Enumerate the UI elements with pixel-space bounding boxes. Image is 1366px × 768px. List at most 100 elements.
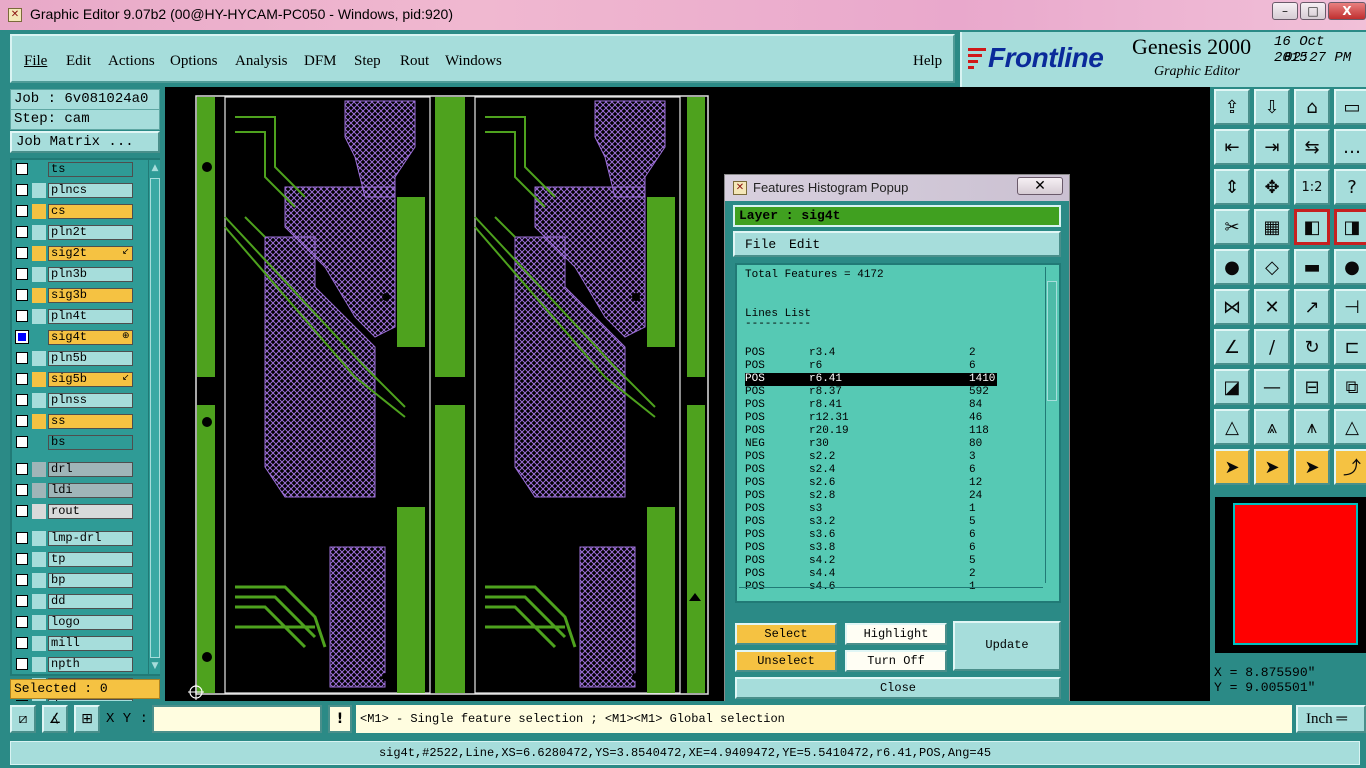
align-icon[interactable]: ⊣ — [1334, 289, 1366, 325]
layer-flag[interactable] — [32, 531, 46, 546]
layer-checkbox[interactable] — [16, 595, 28, 607]
snap-icon[interactable]: ⧄ — [10, 705, 36, 733]
stack-icon[interactable]: ⧉ — [1334, 369, 1366, 405]
triangle-d-icon[interactable]: △ — [1334, 409, 1366, 445]
layer-name[interactable]: pln4t — [48, 309, 133, 324]
layer-flag[interactable] — [32, 435, 46, 450]
layer-checkbox[interactable] — [16, 484, 28, 496]
layer-name[interactable]: lmp-drl — [48, 531, 133, 546]
fit-height-icon[interactable]: ⇕ — [1214, 169, 1250, 205]
dash-icon[interactable]: — — [1254, 369, 1290, 405]
pointer-b-icon[interactable]: ➤ — [1254, 449, 1290, 485]
triangle-icon[interactable]: △ — [1214, 409, 1250, 445]
layer-row-ts[interactable]: ts — [14, 162, 136, 177]
popup-close-x-button[interactable]: ✕ — [1017, 177, 1063, 195]
pointer-icon[interactable]: ➤ — [1214, 449, 1250, 485]
highlight-button[interactable]: Highlight — [845, 623, 947, 645]
triangle-b-icon[interactable]: ⩓ — [1254, 409, 1290, 445]
histogram-row[interactable]: POS s2.6 12 — [745, 477, 997, 490]
pad-icon[interactable]: ● — [1214, 249, 1250, 285]
diamond-icon[interactable]: ◇ — [1254, 249, 1290, 285]
close-button[interactable]: Close — [735, 677, 1061, 699]
layer-row-logo[interactable]: logo — [14, 615, 136, 630]
layer-row-lmp-drl[interactable]: lmp-drl — [14, 531, 136, 546]
layer-checkbox[interactable] — [16, 637, 28, 649]
menu-step[interactable]: Step — [354, 53, 381, 70]
layer-checkbox[interactable] — [15, 330, 29, 344]
histogram-row[interactable]: POS s3.2 5 — [745, 516, 997, 529]
layer-checkbox[interactable] — [16, 184, 28, 196]
layer-name[interactable]: npth — [48, 657, 133, 672]
layer-checkbox[interactable] — [16, 289, 28, 301]
layer-row-ss[interactable]: ss — [14, 414, 136, 429]
histogram-row[interactable]: POS r6.41 1410 — [745, 373, 997, 386]
menu-dfm[interactable]: DFM — [304, 53, 337, 70]
update-button[interactable]: Update — [953, 621, 1061, 671]
layer-row-sig5b[interactable]: sig5b ↙ — [14, 372, 136, 387]
layer-flag[interactable] — [32, 372, 46, 387]
layer-row-cs[interactable]: cs — [14, 204, 136, 219]
swap-icon[interactable]: ⇆ — [1294, 129, 1330, 165]
layer-checkbox[interactable] — [16, 415, 28, 427]
bracket-icon[interactable]: ⊏ — [1334, 329, 1366, 365]
maximize-button[interactable]: □ — [1300, 2, 1326, 20]
layer-flag[interactable] — [32, 393, 46, 408]
layer-flag[interactable] — [32, 351, 46, 366]
pan-right-icon[interactable]: ⇥ — [1254, 129, 1290, 165]
layer-name[interactable]: sig5b — [48, 372, 133, 387]
layer-name[interactable]: ts — [48, 162, 133, 177]
layer-name[interactable]: rout — [48, 504, 133, 519]
pan-left-icon[interactable]: ⇤ — [1214, 129, 1250, 165]
histogram-row[interactable]: POS s2.2 3 — [745, 451, 997, 464]
layer-flag[interactable] — [32, 552, 46, 567]
scale-icon[interactable]: 1:2 — [1294, 169, 1330, 205]
layer-name[interactable]: pln5b — [48, 351, 133, 366]
snip-icon[interactable]: ✂ — [1214, 209, 1250, 245]
menu-windows[interactable]: Windows — [445, 53, 502, 70]
layer-a-icon[interactable]: ◧ — [1294, 209, 1330, 245]
histogram-list[interactable]: Total Features = 4172 Lines List -------… — [735, 263, 1061, 603]
histogram-row[interactable]: POS s4.2 5 — [745, 555, 997, 568]
menu-edit[interactable]: Edit — [66, 53, 91, 70]
histogram-vscrollbar[interactable] — [1045, 267, 1057, 583]
home-icon[interactable]: ⌂ — [1294, 89, 1330, 125]
layer-name[interactable]: ldi — [48, 483, 133, 498]
layer-name[interactable]: dd — [48, 594, 133, 609]
layer-flag[interactable] — [32, 594, 46, 609]
window-icon[interactable]: ▭ — [1334, 89, 1366, 125]
layer-name[interactable]: cs — [48, 204, 133, 219]
zoom-in-icon[interactable]: ⇩ — [1254, 89, 1290, 125]
layer-row-npth[interactable]: npth — [14, 657, 136, 672]
layer-row-bs[interactable]: bs — [14, 435, 136, 450]
layer-flag[interactable] — [32, 636, 46, 651]
popup-menu-edit[interactable]: Edit — [789, 237, 820, 252]
layer-name[interactable]: pln2t — [48, 225, 133, 240]
angle-icon[interactable]: ∡ — [42, 705, 68, 733]
layer-row-plnss[interactable]: plnss — [14, 393, 136, 408]
histogram-row[interactable]: POS s2.4 6 — [745, 464, 997, 477]
select-button[interactable]: Select — [735, 623, 837, 645]
warning-button[interactable]: ! — [328, 705, 352, 733]
line-icon[interactable]: ↗ — [1294, 289, 1330, 325]
layer-name[interactable]: sig2t — [48, 246, 133, 261]
layer-name[interactable]: bp — [48, 573, 133, 588]
close-window-button[interactable]: X — [1328, 2, 1366, 20]
layer-name[interactable]: tp — [48, 552, 133, 567]
layer-row-pln2t[interactable]: pln2t — [14, 225, 136, 240]
job-matrix-button[interactable]: Job Matrix ... — [10, 131, 160, 153]
unselect-button[interactable]: Unselect — [735, 650, 837, 672]
histogram-row[interactable]: POS r12.31 46 — [745, 412, 997, 425]
layer-checkbox[interactable] — [16, 268, 28, 280]
histogram-row[interactable]: POS r3.4 2 — [745, 347, 997, 360]
scroll-down-arrow-icon[interactable]: ▼ — [150, 659, 160, 673]
layer-list-scrollbar[interactable]: ▲ ▼ — [148, 160, 160, 674]
layer-flag[interactable] — [32, 615, 46, 630]
layer-row-drl[interactable]: drl — [14, 462, 136, 477]
layer-row-sig4t[interactable]: sig4t ⊕ — [14, 330, 136, 345]
layer-checkbox[interactable] — [16, 574, 28, 586]
histogram-row[interactable]: POS s3 1 — [745, 503, 997, 516]
minimize-button[interactable]: – — [1272, 2, 1298, 20]
step-icon[interactable]: ⤴ — [1334, 449, 1366, 485]
layer-row-pln4t[interactable]: pln4t — [14, 309, 136, 324]
layer-name[interactable]: pln3b — [48, 267, 133, 282]
